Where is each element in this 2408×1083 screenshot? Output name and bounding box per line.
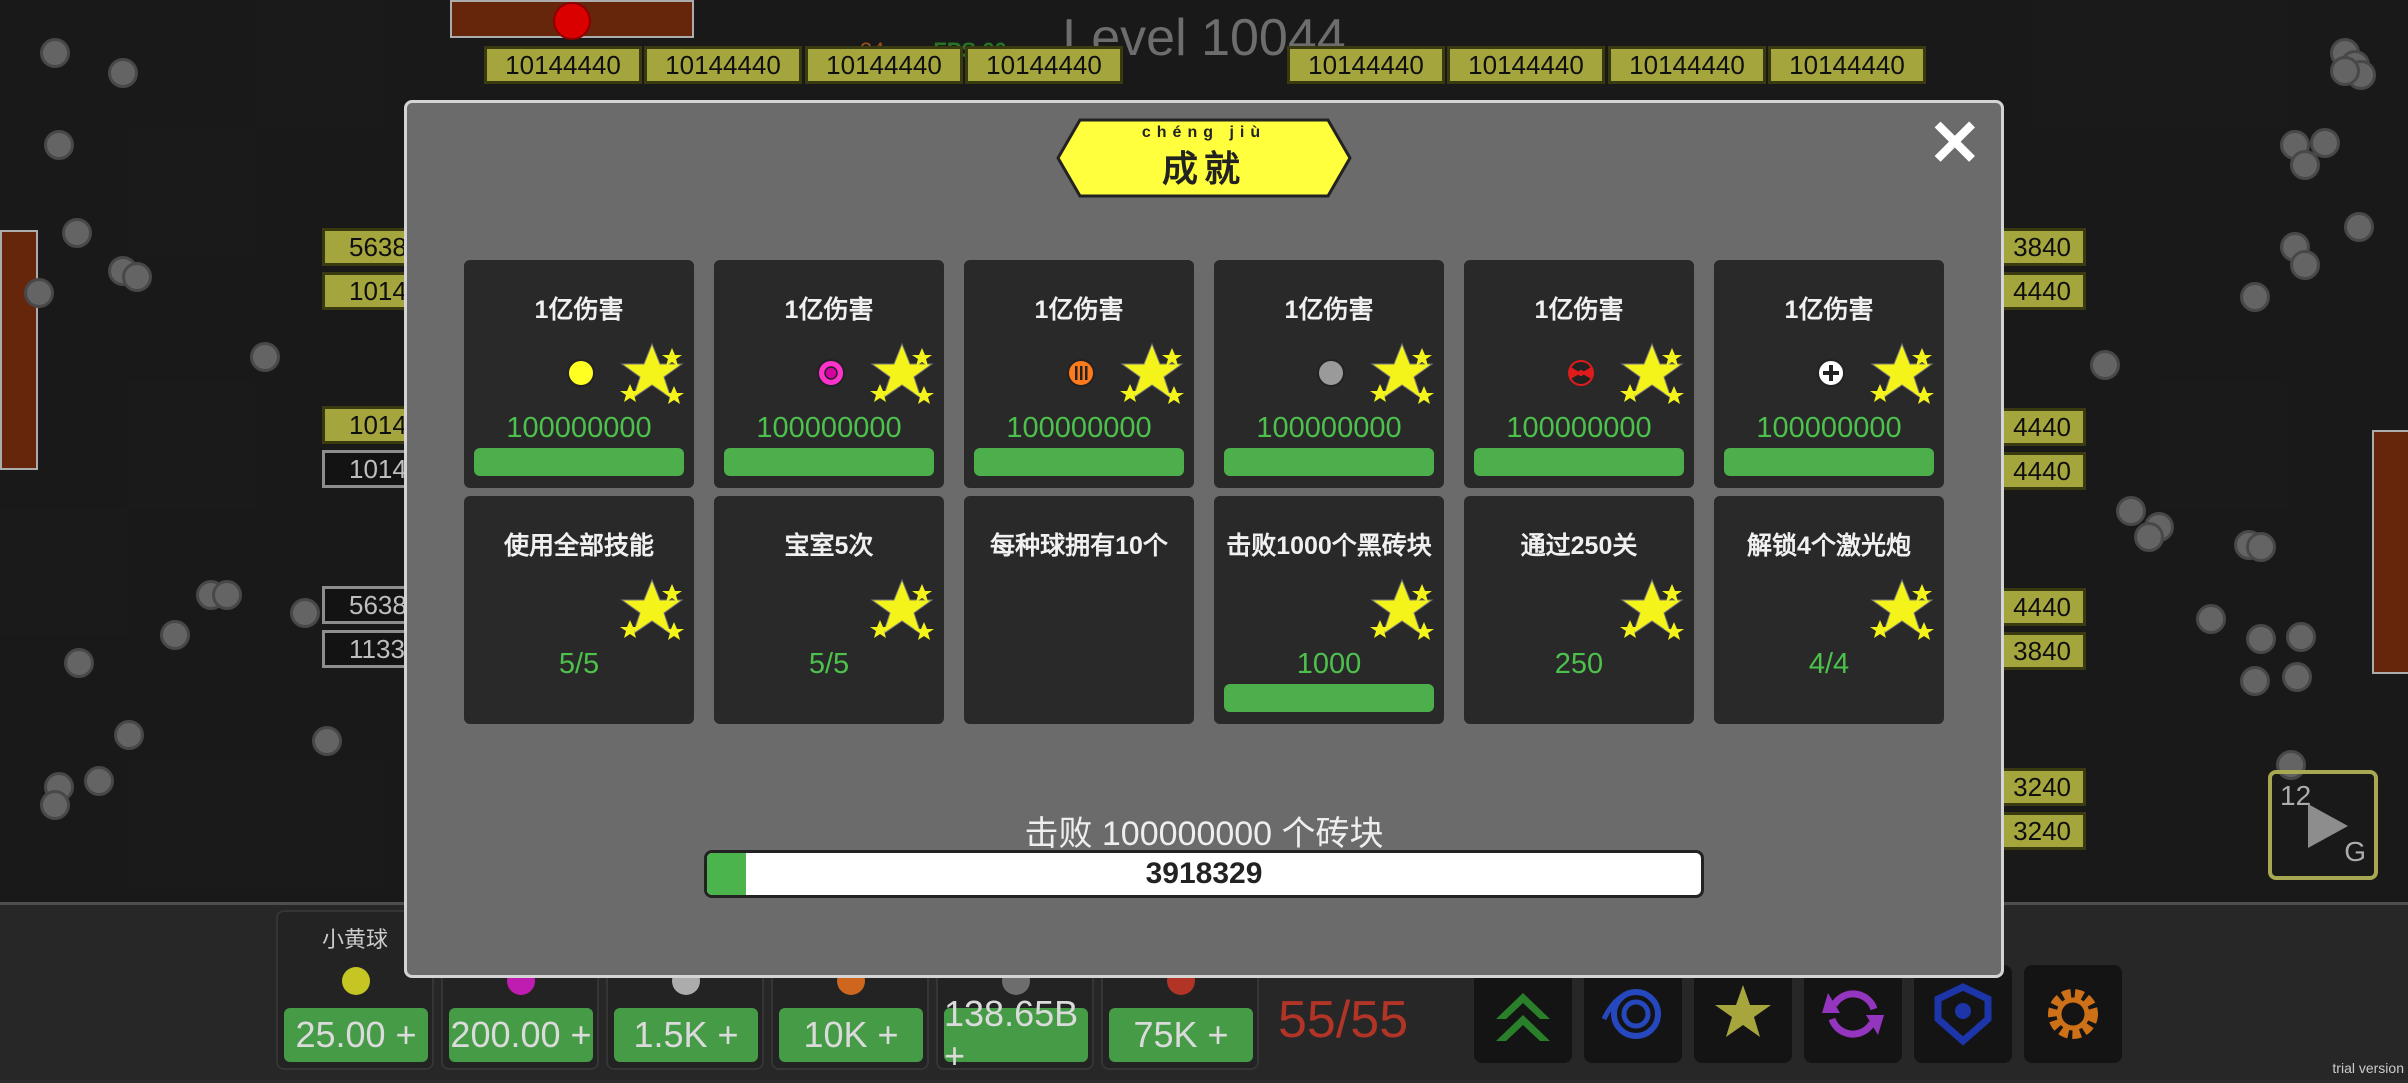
achievement-title: 1亿伤害: [534, 296, 624, 324]
achievement-title: 1亿伤害: [1784, 296, 1874, 324]
achievement-title: 通过250关: [1520, 532, 1638, 560]
achievement-title: 1亿伤害: [1034, 296, 1124, 324]
star-icon: [1370, 342, 1434, 406]
yellow-ball-icon: [566, 358, 596, 388]
achievement-title: 1亿伤害: [1284, 296, 1374, 324]
achievement-value: 1000: [1296, 648, 1362, 680]
pink-ball-icon: [816, 358, 846, 388]
star-icon: [1120, 342, 1184, 406]
achievement-card: 通过250关 250: [1464, 496, 1694, 724]
achievement-value: 100000000: [1256, 412, 1402, 444]
achievement-card: 1亿伤害 100000000: [964, 260, 1194, 488]
achievement-value: 5/5: [558, 648, 600, 680]
achievement-title: 宝室5次: [784, 532, 874, 560]
achievement-value: 100000000: [1506, 412, 1652, 444]
radiation-ball-icon: [1566, 358, 1596, 388]
star-icon: [870, 342, 934, 406]
achievement-card: 1亿伤害 100000000: [1464, 260, 1694, 488]
achievement-card: 宝室5次 5/5: [714, 496, 944, 724]
star-icon: [1370, 578, 1434, 642]
star-icon: [1620, 342, 1684, 406]
goal-progress-bar: 3918329: [704, 850, 1704, 898]
achievement-card: 击败1000个黑砖块 1000: [1214, 496, 1444, 724]
achievement-card: 1亿伤害 100000000: [1714, 260, 1944, 488]
goal-value: 3918329: [1145, 857, 1263, 890]
gray-ball-icon: [1316, 358, 1346, 388]
achievement-card: 1亿伤害 100000000: [1214, 260, 1444, 488]
plus-ball-icon: [1816, 358, 1846, 388]
achievement-progress-bar: [1474, 448, 1684, 476]
achievement-card: 1亿伤害 100000000: [464, 260, 694, 488]
achievement-title: 击败1000个黑砖块: [1226, 532, 1432, 560]
achievement-card: 使用全部技能 5/5: [464, 496, 694, 724]
achievement-progress-bar: [1224, 448, 1434, 476]
achievement-title: 解锁4个激光炮: [1747, 532, 1911, 560]
achievement-progress-bar: [1224, 684, 1434, 712]
star-icon: [870, 578, 934, 642]
star-icon: [620, 342, 684, 406]
achievement-card: 每种球拥有10个: [964, 496, 1194, 724]
goal-label: 击败 100000000 个砖块: [1024, 815, 1384, 853]
achievement-title: 1亿伤害: [1534, 296, 1624, 324]
star-icon: [1870, 578, 1934, 642]
close-icon: ✕: [1928, 107, 1982, 179]
star-icon: [1870, 342, 1934, 406]
achievement-title: 每种球拥有10个: [990, 532, 1168, 560]
achievement-title: 1亿伤害: [784, 296, 874, 324]
achievement-value: 100000000: [1006, 412, 1152, 444]
achievement-title: 使用全部技能: [503, 532, 654, 560]
achievement-progress-bar: [474, 448, 684, 476]
achievement-value: 100000000: [506, 412, 652, 444]
achievement-value: 4/4: [1808, 648, 1850, 680]
achievement-progress-bar: [724, 448, 934, 476]
achievement-card: 1亿伤害 100000000: [714, 260, 944, 488]
achievement-value: 100000000: [756, 412, 902, 444]
achievement-value: 100000000: [1756, 412, 1902, 444]
achievement-card: 解锁4个激光炮 4/4: [1714, 496, 1944, 724]
close-button[interactable]: ✕: [1928, 111, 1982, 175]
dialog-title-text: 成就: [1161, 148, 1246, 189]
star-icon: [620, 578, 684, 642]
orange-striped-ball-icon: [1066, 358, 1096, 388]
achievement-progress-bar: [974, 448, 1184, 476]
star-icon: [1620, 578, 1684, 642]
dialog-title: chéng jiù 成就: [1056, 118, 1352, 198]
achievement-progress-bar: [1724, 448, 1934, 476]
achievement-value: 5/5: [808, 648, 850, 680]
achievement-value: 250: [1554, 648, 1604, 680]
